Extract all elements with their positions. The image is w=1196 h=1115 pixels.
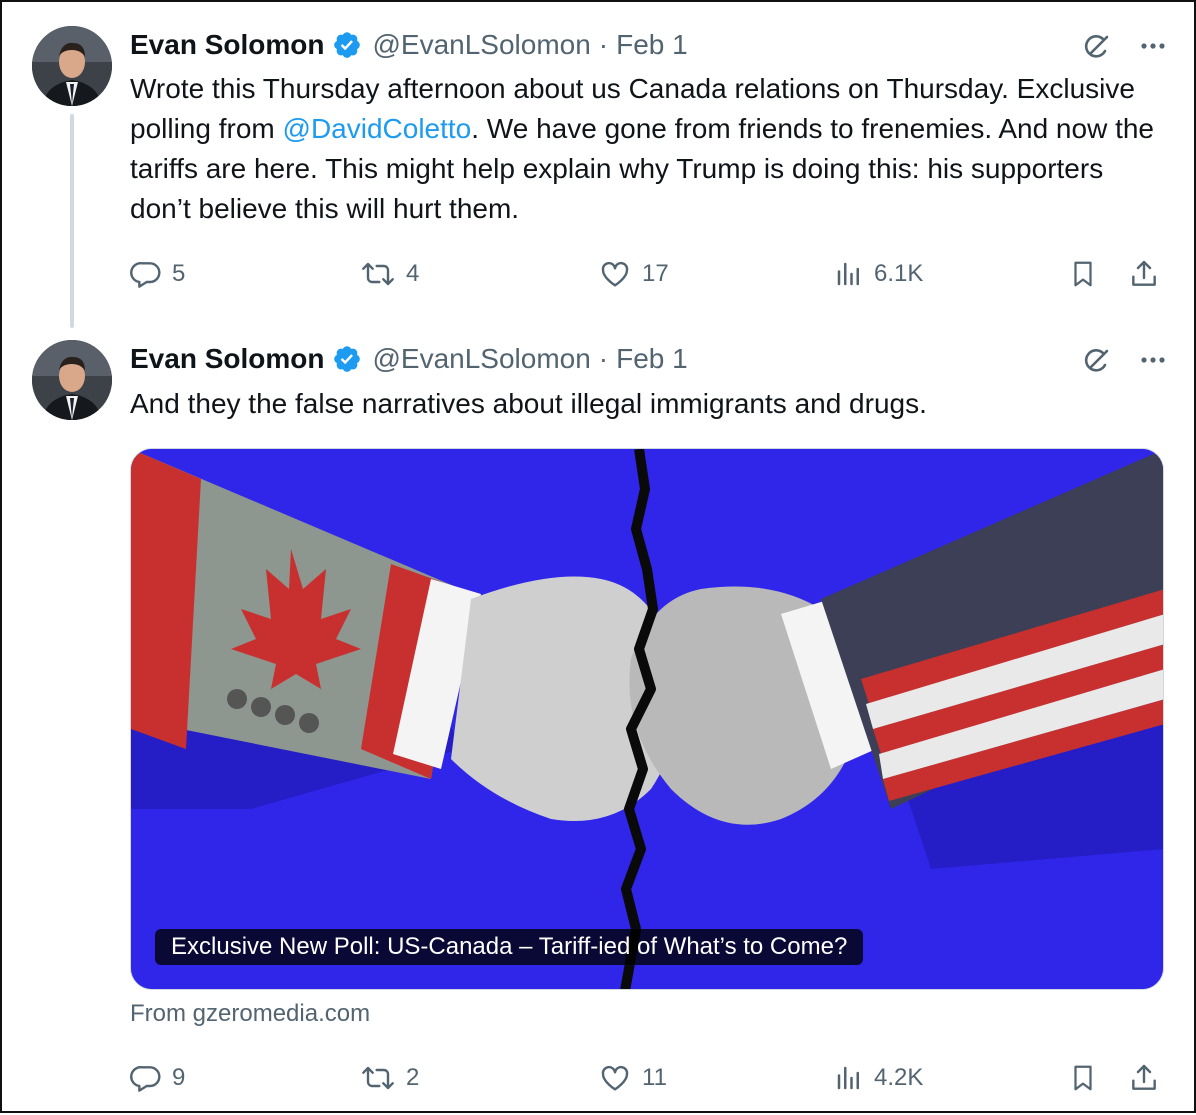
repost-button[interactable]: 2 bbox=[360, 1058, 419, 1098]
like-icon bbox=[601, 1065, 629, 1091]
reply-icon bbox=[130, 1066, 161, 1092]
card-image bbox=[131, 449, 1163, 989]
share-button[interactable] bbox=[1128, 1058, 1170, 1098]
bookmark-button[interactable] bbox=[1068, 254, 1108, 294]
tweet-actions: 5 4 17 6.1K bbox=[130, 254, 1166, 294]
tweet-top-actions bbox=[1082, 30, 1168, 62]
avatar[interactable] bbox=[32, 26, 112, 106]
views-button[interactable]: 6.1K bbox=[834, 254, 923, 294]
grok-icon[interactable] bbox=[1082, 344, 1114, 376]
more-icon[interactable] bbox=[1138, 345, 1168, 375]
like-count: 11 bbox=[642, 1064, 667, 1091]
tweet-1[interactable]: Evan Solomon @EvanLSolomon · Feb 1 Wrote… bbox=[2, 2, 1196, 332]
separator-dot: · bbox=[598, 343, 609, 374]
verified-badge-icon bbox=[332, 344, 362, 374]
reply-button[interactable]: 9 bbox=[130, 1058, 185, 1098]
avatar-photo bbox=[32, 340, 112, 420]
tweet-date[interactable]: Feb 1 bbox=[616, 29, 688, 61]
separator-dot: · bbox=[598, 29, 609, 60]
tweet-text: And they the false narratives about ille… bbox=[130, 388, 927, 419]
tweet-header: Evan Solomon @EvanLSolomon · Feb 1 bbox=[130, 342, 688, 376]
card-source[interactable]: From gzeromedia.com bbox=[130, 1000, 370, 1028]
views-icon bbox=[837, 1066, 859, 1090]
reply-button[interactable]: 5 bbox=[130, 254, 185, 294]
tweet-header: Evan Solomon @EvanLSolomon · Feb 1 bbox=[130, 28, 688, 62]
like-button[interactable]: 17 bbox=[598, 254, 669, 294]
repost-icon bbox=[362, 262, 394, 286]
card-caption: Exclusive New Poll: US-Canada – Tariff-i… bbox=[155, 929, 864, 965]
tweet-top-actions bbox=[1082, 344, 1168, 376]
bookmark-button[interactable] bbox=[1068, 1058, 1108, 1098]
author-name[interactable]: Evan Solomon bbox=[130, 29, 324, 61]
avatar-photo bbox=[32, 26, 112, 106]
author-handle[interactable]: @EvanLSolomon bbox=[372, 29, 590, 61]
share-icon bbox=[1132, 260, 1156, 286]
repost-button[interactable]: 4 bbox=[360, 254, 419, 294]
avatar[interactable] bbox=[32, 340, 112, 420]
repost-count: 2 bbox=[406, 1064, 420, 1091]
grok-icon[interactable] bbox=[1082, 30, 1114, 62]
tweet-text: Wrote this Thursday afternoon about us C… bbox=[130, 69, 1170, 229]
like-button[interactable]: 11 bbox=[598, 1058, 667, 1098]
author-name[interactable]: Evan Solomon bbox=[130, 343, 324, 375]
bookmark-icon bbox=[1074, 261, 1092, 287]
tweet-actions: 9 2 11 4.2K bbox=[130, 1058, 1166, 1098]
like-icon bbox=[601, 261, 629, 287]
verified-badge-icon bbox=[332, 30, 362, 60]
share-icon bbox=[1132, 1064, 1156, 1090]
views-count: 4.2K bbox=[874, 1064, 924, 1091]
tweet-date[interactable]: Feb 1 bbox=[616, 343, 688, 375]
reply-icon bbox=[130, 262, 161, 288]
views-count: 6.1K bbox=[874, 260, 924, 287]
thread-connector-line bbox=[70, 114, 74, 328]
more-icon[interactable] bbox=[1138, 31, 1168, 61]
reply-count: 9 bbox=[172, 1064, 186, 1091]
mention-link[interactable]: @DavidColetto bbox=[283, 113, 472, 144]
author-handle[interactable]: @EvanLSolomon bbox=[372, 343, 590, 375]
repost-count: 4 bbox=[406, 260, 420, 287]
views-button[interactable]: 4.2K bbox=[834, 1058, 923, 1098]
repost-icon bbox=[362, 1066, 394, 1090]
share-button[interactable] bbox=[1128, 254, 1170, 294]
like-count: 17 bbox=[642, 260, 669, 287]
timeline-thread: Evan Solomon @EvanLSolomon · Feb 1 Wrote… bbox=[0, 0, 1196, 1113]
link-card[interactable]: Exclusive New Poll: US-Canada – Tariff-i… bbox=[130, 448, 1164, 990]
views-icon bbox=[837, 262, 859, 286]
reply-count: 5 bbox=[172, 260, 186, 287]
bookmark-icon bbox=[1074, 1065, 1092, 1091]
